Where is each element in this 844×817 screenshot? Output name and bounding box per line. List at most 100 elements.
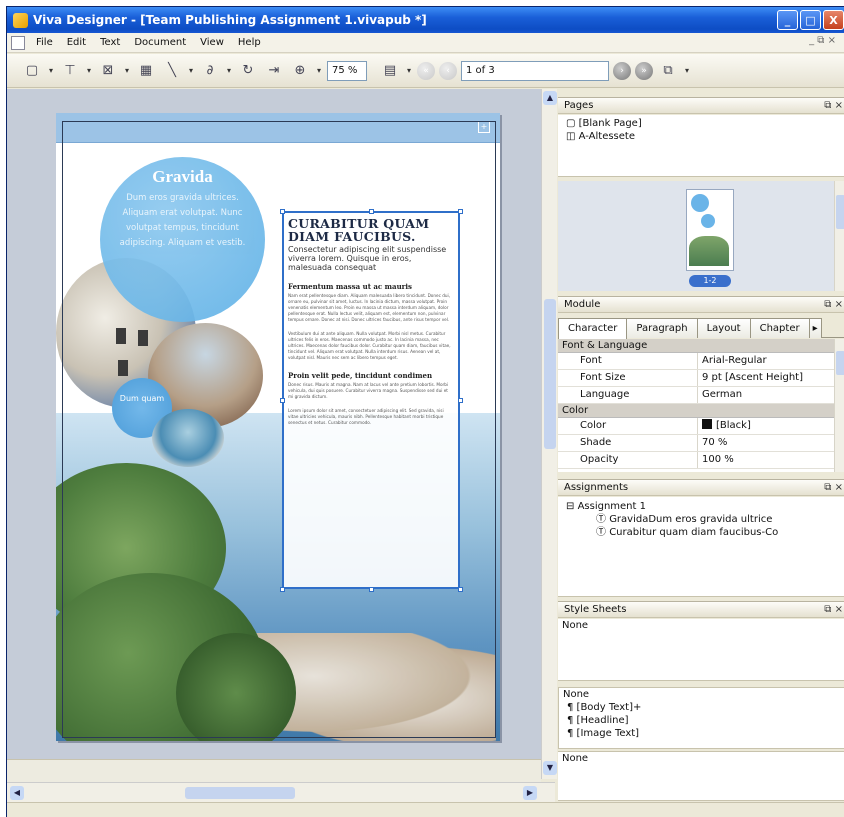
next-page-icon[interactable]: › (613, 61, 631, 80)
scroll-right-icon[interactable]: ▶ (523, 786, 537, 800)
page-field[interactable]: 1 of 3 (461, 60, 609, 81)
menu-help[interactable]: Help (231, 37, 268, 48)
canvas-horizontal-scrollbar[interactable]: ◀ ▶ (7, 782, 555, 802)
last-page-icon[interactable]: » (635, 61, 653, 80)
list-item[interactable]: ¶ [Headline] (559, 714, 844, 727)
canvas-vertical-scrollbar[interactable]: ▲ ▼ (541, 89, 557, 779)
list-item[interactable]: ▢ [Blank Page] (558, 117, 844, 130)
property-scrollbar[interactable] (834, 339, 844, 472)
tree-root[interactable]: ⊟ Assignment 1 (558, 500, 844, 513)
tree-item[interactable]: Ⓣ GravidaDum eros gravida ultrice (558, 513, 844, 526)
frame-handle[interactable] (369, 587, 374, 592)
maximize-button[interactable]: □ (800, 10, 821, 30)
thumb-scrollbar[interactable] (834, 181, 844, 291)
frame-handle[interactable] (458, 587, 463, 592)
view-options-icon[interactable]: ⧉ (657, 60, 679, 82)
document-canvas[interactable]: + Gravida Dum eros gravida ultrices. Ali… (7, 89, 555, 759)
section-header[interactable]: Font & Language (558, 339, 836, 353)
stylesheets-panel-header[interactable]: Style Sheets ⧉ × (558, 601, 844, 618)
panel-close-icon[interactable]: ⧉ × (824, 480, 843, 496)
panel-close-icon[interactable]: ⧉ × (824, 297, 843, 313)
text-frame-tool-icon[interactable]: ⊤ (59, 60, 81, 82)
chevron-down-icon[interactable]: ▾ (47, 60, 55, 82)
tab-scroll-icon[interactable]: ▸ (808, 318, 822, 338)
tree-item[interactable]: Ⓣ Curabitur quam diam faucibus-Co (558, 526, 844, 539)
prev-page-icon[interactable]: ‹ (439, 61, 457, 80)
language-value[interactable]: German (698, 387, 836, 403)
property-row[interactable]: Font Size 9 pt [Ascent Height] (558, 370, 836, 387)
scroll-thumb[interactable] (836, 351, 844, 375)
menu-document[interactable]: Document (127, 37, 193, 48)
chevron-down-icon[interactable]: ▾ (225, 60, 233, 82)
tab-character[interactable]: Character (558, 318, 628, 339)
chevron-down-icon[interactable]: ▾ (123, 60, 131, 82)
image-frame-tool-icon[interactable]: ⊠ (97, 60, 119, 82)
line-tool-icon[interactable]: ╲ (161, 60, 183, 82)
property-row[interactable]: Color [Black] (558, 418, 836, 435)
list-item[interactable]: ◫ A-Altessete (558, 130, 844, 143)
chevron-down-icon[interactable]: ▾ (187, 60, 195, 82)
frame-handle[interactable] (369, 209, 374, 214)
scroll-thumb[interactable] (836, 195, 844, 229)
minimize-button[interactable]: _ (777, 10, 798, 30)
font-value[interactable]: Arial-Regular (698, 353, 836, 369)
menu-edit[interactable]: Edit (60, 37, 93, 48)
link-tool-icon[interactable]: ∂ (199, 60, 221, 82)
property-row[interactable]: Language German (558, 387, 836, 404)
list-header[interactable]: None (559, 688, 844, 701)
pages-panel-header[interactable]: Pages ⧉ × (558, 97, 844, 114)
frame-handle[interactable] (458, 398, 463, 403)
frame-handle[interactable] (458, 209, 463, 214)
tab-paragraph[interactable]: Paragraph (626, 318, 698, 338)
scroll-up-icon[interactable]: ▲ (543, 91, 557, 105)
chevron-down-icon[interactable]: ▾ (405, 60, 413, 82)
scroll-down-icon[interactable]: ▼ (543, 761, 557, 775)
list-item[interactable]: None (558, 619, 844, 632)
zoom-field[interactable]: 75 % (327, 60, 367, 81)
pool-photo-circle[interactable] (152, 409, 224, 467)
crop-tool-icon[interactable]: ⇥ (263, 60, 285, 82)
frame-handle[interactable] (280, 398, 285, 403)
shade-value[interactable]: 70 % (698, 435, 836, 451)
color-value[interactable]: [Black] (698, 418, 836, 434)
menu-text[interactable]: Text (93, 37, 127, 48)
close-button[interactable]: X (823, 10, 844, 30)
panel-close-icon[interactable]: ⧉ × (824, 602, 843, 618)
title-circle[interactable]: Gravida Dum eros gravida ultrices. Aliqu… (100, 157, 265, 322)
chevron-down-icon[interactable]: ▾ (85, 60, 93, 82)
mdi-window-controls[interactable]: _ ⧉ × (809, 35, 836, 46)
text-frame[interactable]: CURABITUR QUAM DIAM FAUCIBUS. Consectetu… (282, 211, 460, 589)
scroll-thumb[interactable] (544, 299, 556, 449)
chevron-down-icon[interactable]: ▾ (315, 60, 323, 82)
page-thumbnails[interactable]: 1-2 (558, 181, 844, 291)
collapse-icon[interactable]: ⊟ (566, 501, 578, 512)
zoom-tool-icon[interactable]: ⊕ (289, 60, 311, 82)
menu-view[interactable]: View (193, 37, 231, 48)
section-header[interactable]: Color (558, 404, 836, 418)
page-layout-icon[interactable]: ▤ (379, 60, 401, 82)
document-page[interactable]: + Gravida Dum eros gravida ultrices. Ali… (56, 113, 500, 741)
frame-handle[interactable] (280, 587, 285, 592)
property-row[interactable]: Opacity 100 % (558, 452, 836, 469)
scroll-thumb[interactable] (185, 787, 295, 799)
list-item[interactable]: ¶ [Body Text]+ (559, 701, 844, 714)
property-row[interactable]: Font Arial-Regular (558, 353, 836, 370)
opacity-value[interactable]: 100 % (698, 452, 836, 468)
table-tool-icon[interactable]: ▦ (135, 60, 157, 82)
first-page-icon[interactable]: « (417, 61, 435, 80)
rotate-tool-icon[interactable]: ↻ (237, 60, 259, 82)
list-item[interactable]: ¶ [Image Text] (559, 727, 844, 740)
page-thumbnail[interactable] (686, 189, 734, 271)
assignments-panel-header[interactable]: Assignments ⧉ × (558, 479, 844, 496)
panel-close-icon[interactable]: ⧉ × (824, 98, 843, 114)
tab-chapter[interactable]: Chapter (749, 318, 810, 338)
list-item[interactable]: None (558, 752, 844, 765)
module-panel-header[interactable]: Module ⧉ × (558, 296, 844, 313)
frame-handle[interactable] (280, 209, 285, 214)
scroll-left-icon[interactable]: ◀ (10, 786, 24, 800)
frame-tool-icon[interactable]: ▢ (21, 60, 43, 82)
chevron-down-icon[interactable]: ▾ (683, 60, 691, 82)
property-row[interactable]: Shade 70 % (558, 435, 836, 452)
font-size-value[interactable]: 9 pt [Ascent Height] (698, 370, 836, 386)
menu-file[interactable]: File (29, 37, 60, 48)
